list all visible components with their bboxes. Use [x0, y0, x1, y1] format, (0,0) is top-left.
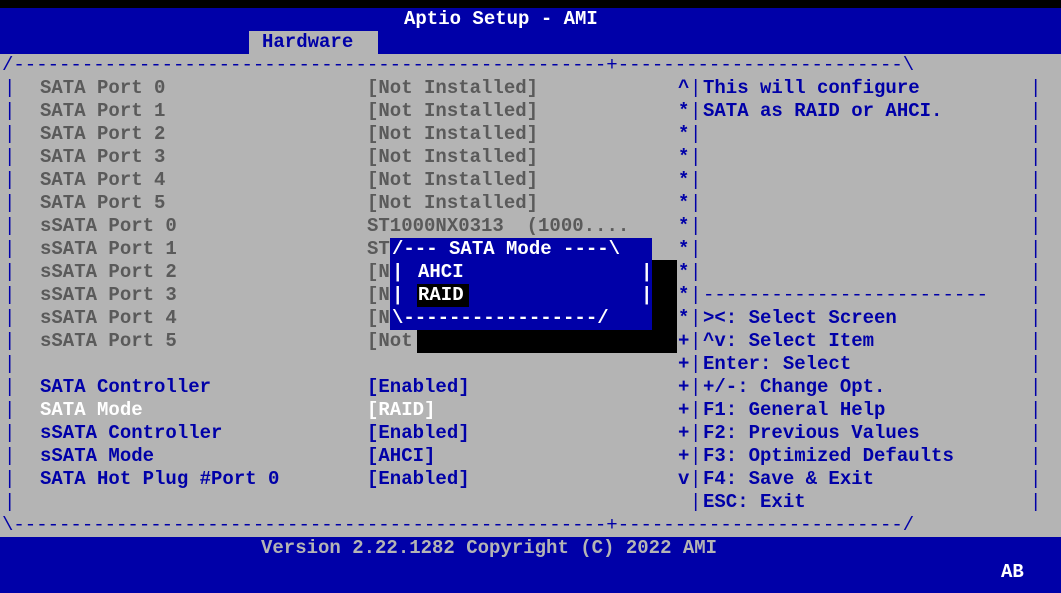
sata-port-1-label: SATA Port 1: [40, 100, 166, 122]
popup-title-bar: /--- SATA Mode ----\: [392, 238, 621, 260]
sata-controller-value[interactable]: [Enabled]: [367, 376, 470, 399]
sata-mode-label[interactable]: SATA Mode: [40, 399, 143, 422]
help-text-line-2: SATA as RAID or AHCI.: [703, 100, 943, 122]
top-black-bar: [0, 0, 1061, 8]
ssata-port-1-label: sSATA Port 1: [40, 238, 177, 260]
key-hint-change-opt: +/-: Change Opt.: [703, 376, 886, 398]
ssata-mode-label[interactable]: sSATA Mode: [40, 445, 154, 468]
popup-right-border-1: |: [641, 261, 653, 283]
ssata-controller-label[interactable]: sSATA Controller: [40, 422, 222, 445]
app-title: Aptio Setup - AMI: [404, 8, 598, 30]
scrollbar-thumb[interactable]: * * * * * * * * * *: [678, 100, 689, 330]
popup-title: SATA Mode: [449, 238, 552, 260]
frame-divider: | | | | | | | | | | | | | | | | | | |: [690, 77, 702, 513]
sata-port-2-value: [Not Installed]: [367, 123, 539, 145]
ssata-port-2-label: sSATA Port 2: [40, 261, 177, 283]
sata-port-3-label: SATA Port 3: [40, 146, 166, 168]
ssata-port-4-label: sSATA Port 4: [40, 307, 177, 329]
ssata-port-2-value: [N: [367, 261, 390, 283]
sata-port-5-value: [Not Installed]: [367, 192, 539, 214]
frame-right-border: | | | | | | | | | | | | | | | | | | |: [1030, 77, 1042, 513]
key-hint-select-item: ^v: Select Item: [703, 330, 875, 352]
sata-port-2-label: SATA Port 2: [40, 123, 166, 145]
version-footer: Version 2.22.1282 Copyright (C) 2022 AMI: [261, 537, 718, 559]
popup-option-ahci[interactable]: AHCI: [418, 261, 464, 284]
ssata-port-0-value: ST1000NX0313 (1000....: [367, 215, 630, 237]
sata-mode-value[interactable]: [RAID]: [367, 399, 435, 422]
popup-left-border-2: |: [392, 284, 404, 306]
ssata-controller-value[interactable]: [Enabled]: [367, 422, 470, 445]
popup-option-raid[interactable]: RAID: [418, 284, 464, 307]
popup-right-border-2: |: [641, 284, 653, 306]
status-badge: AB: [1001, 561, 1024, 583]
ssata-port-3-label: sSATA Port 3: [40, 284, 177, 306]
ssata-port-0-label: sSATA Port 0: [40, 215, 177, 237]
key-hint-esc: ESC: Exit: [703, 491, 806, 513]
ssata-port-5-value: [Not: [367, 330, 413, 352]
help-separator: -------------------------: [703, 284, 989, 306]
sata-controller-label[interactable]: SATA Controller: [40, 376, 211, 399]
sata-hot-plug-value[interactable]: [Enabled]: [367, 468, 470, 491]
sata-port-4-value: [Not Installed]: [367, 169, 539, 191]
key-hint-f1: F1: General Help: [703, 399, 886, 421]
tab-hardware-label: Hardware: [262, 31, 354, 53]
ssata-mode-value[interactable]: [AHCI]: [367, 445, 435, 468]
scroll-up-icon[interactable]: ^: [678, 77, 689, 100]
key-hint-f2: F2: Previous Values: [703, 422, 920, 444]
help-text-line-1: This will configure: [703, 77, 920, 99]
frame-left-border: | | | | | | | | | | | | | | | | | | |: [4, 77, 16, 513]
frame-bottom: \---------------------------------------…: [2, 514, 915, 536]
ssata-port-3-value: [N: [367, 284, 390, 306]
key-hint-f4: F4: Save & Exit: [703, 468, 875, 490]
sata-port-1-value: [Not Installed]: [367, 100, 539, 122]
key-hint-select-screen: ><: Select Screen: [703, 307, 897, 329]
sata-port-0-label: SATA Port 0: [40, 77, 166, 99]
scroll-down-icon[interactable]: v: [678, 468, 689, 491]
sata-port-0-value: [Not Installed]: [367, 77, 539, 99]
popup-left-border-1: |: [392, 261, 404, 283]
ssata-port-5-label: sSATA Port 5: [40, 330, 177, 352]
ssata-port-4-value: [N: [367, 307, 390, 329]
scrollbar-track[interactable]: + + + + + +: [678, 330, 689, 468]
sata-port-3-value: [Not Installed]: [367, 146, 539, 168]
sata-hot-plug-label[interactable]: SATA Hot Plug #Port 0: [40, 468, 279, 491]
popup-bottom-border: \-----------------/: [392, 307, 609, 329]
ssata-port-1-value: ST: [367, 238, 390, 260]
frame-top: /---------------------------------------…: [2, 54, 915, 76]
key-hint-f3: F3: Optimized Defaults: [703, 445, 954, 467]
sata-port-5-label: SATA Port 5: [40, 192, 166, 214]
sata-port-4-label: SATA Port 4: [40, 169, 166, 191]
key-hint-enter: Enter: Select: [703, 353, 852, 375]
